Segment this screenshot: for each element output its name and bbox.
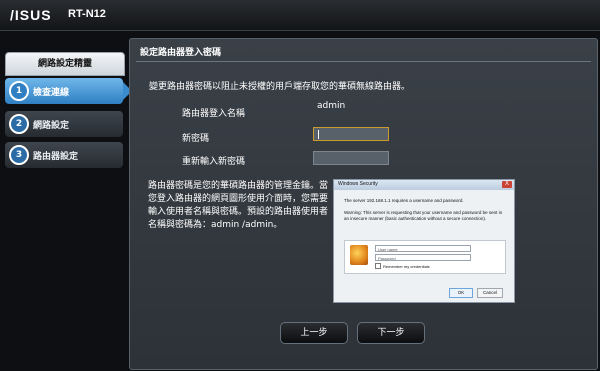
user-avatar-icon <box>350 245 368 265</box>
dialog-username-field: User name <box>375 245 471 252</box>
model-name: RT-N12 <box>68 8 106 20</box>
checkbox-icon <box>375 263 381 269</box>
dialog-cancel-button: Cancel <box>477 288 503 298</box>
asus-logo: /ISUS <box>10 7 52 23</box>
text-caret <box>318 130 319 139</box>
dialog-server-text: The server 192.168.1.1 requires a userna… <box>344 198 464 203</box>
close-icon: X <box>502 181 512 188</box>
step-number: 1 <box>9 81 29 101</box>
dialog-titlebar: Windows Security X <box>334 180 514 190</box>
confirm-password-field[interactable] <box>313 151 389 165</box>
step-number: 2 <box>9 114 29 134</box>
password-note: 路由器密碼是您的華碩路由器的管理金鑰。當您登入路由器的網頁圖形使用介面時，您需要… <box>148 181 329 230</box>
previous-button[interactable]: 上一步 <box>280 322 348 344</box>
username-value: admin <box>317 101 346 111</box>
dialog-password-field: Password <box>375 254 471 261</box>
sidebar-title: 網路設定精靈 <box>5 52 125 76</box>
new-password-label: 新密碼 <box>182 134 210 144</box>
new-password-field[interactable] <box>313 127 389 141</box>
credential-box: User name Password Remember my credentia… <box>344 240 506 274</box>
dialog-warning-text: Warning: This server is requesting that … <box>344 210 503 221</box>
dialog-title: Windows Security <box>338 181 378 187</box>
remember-label: Remember my credentials <box>383 263 430 269</box>
username-label: 路由器登入名稱 <box>182 109 246 119</box>
step-label: 路由器設定 <box>33 151 79 162</box>
windows-security-dialog-image: Windows Security X The server 192.168.1.… <box>333 179 515 303</box>
title-divider <box>136 61 591 62</box>
page-title: 設定路由器登入密碼 <box>140 48 222 58</box>
dialog-ok-button: OK <box>449 288 473 298</box>
top-header: /ISUS RT-N12 <box>0 0 600 31</box>
page-description: 變更路由器密碼以阻止未授權的用戶端存取您的華碩無線路由器。 <box>149 82 411 92</box>
step-label: 檢查連線 <box>33 87 70 98</box>
sidebar-step-check-connection[interactable]: 1 檢查連線 <box>5 78 123 104</box>
next-button[interactable]: 下一步 <box>357 322 425 344</box>
step-number: 3 <box>9 145 29 165</box>
sidebar-step-network-settings[interactable]: 2 網路設定 <box>5 111 123 137</box>
step-label: 網路設定 <box>33 120 70 131</box>
remember-credentials: Remember my credentials <box>375 263 430 269</box>
main-panel: 設定路由器登入密碼 變更路由器密碼以阻止未授權的用戶端存取您的華碩無線路由器。 … <box>129 38 598 370</box>
confirm-password-label: 重新輸入新密碼 <box>182 157 246 167</box>
sidebar-step-router-settings[interactable]: 3 路由器設定 <box>5 142 123 168</box>
